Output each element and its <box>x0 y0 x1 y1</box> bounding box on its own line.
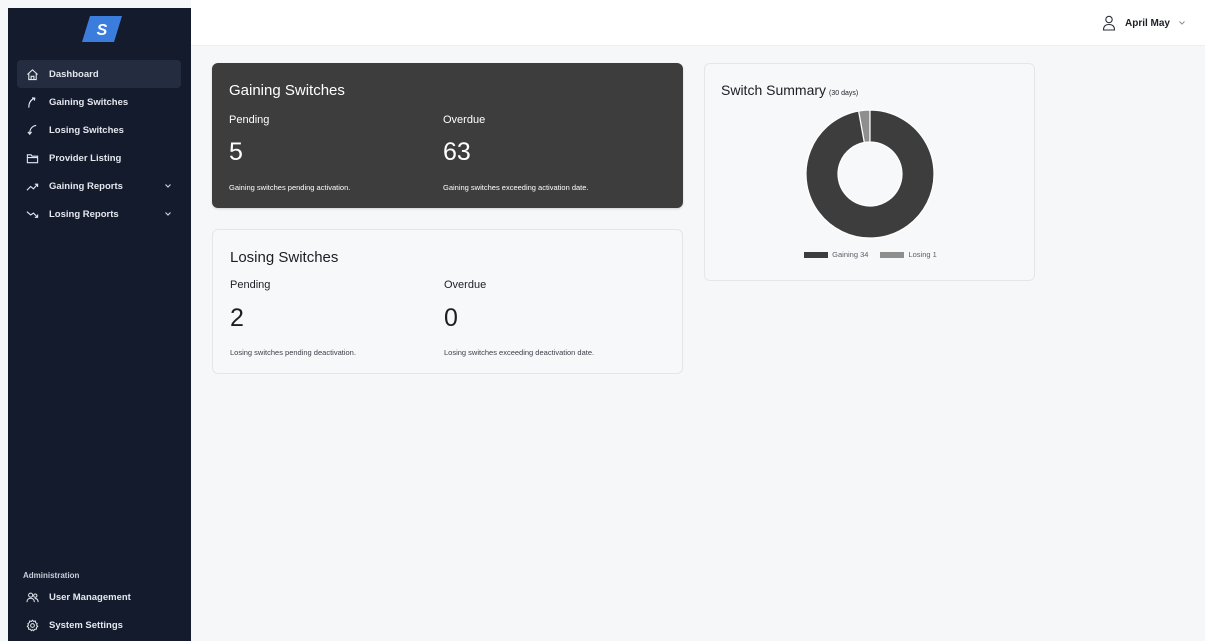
chevron-down-icon <box>165 212 171 216</box>
donut-chart <box>805 109 935 239</box>
chevron-down-icon <box>165 184 171 188</box>
pending-description: Losing switches pending deactivation. <box>230 348 356 357</box>
summary-title-text: Switch Summary <box>721 82 827 98</box>
card-title: Gaining Switches <box>229 82 345 99</box>
sidebar-item-label: User Management <box>49 591 131 603</box>
admin-nav: User Management System Settings <box>17 583 181 639</box>
chart-legend: Gaining 34 Losing 1 <box>705 250 1036 259</box>
legend-item-losing[interactable]: Losing 1 <box>880 250 937 259</box>
pending-value: 2 <box>230 304 244 332</box>
summary-subtitle: (30 days) <box>829 90 859 97</box>
users-icon <box>25 590 39 604</box>
admin-section-label: Administration <box>23 571 80 580</box>
trend-up-icon <box>25 179 39 193</box>
user-menu[interactable]: April May <box>1102 15 1187 31</box>
arrow-down-curved-icon <box>25 123 39 137</box>
user-icon <box>1102 15 1116 31</box>
legend-swatch <box>804 251 829 258</box>
legend-label: Gaining 34 <box>832 250 869 259</box>
sidebar: S Dashboard Gaining Switches Losing Swit… <box>8 8 191 641</box>
legend-item-gaining[interactable]: Gaining 34 <box>804 250 868 259</box>
switch-summary-card: Switch Summary (30 days) Gaining 34 Losing… <box>704 63 1035 281</box>
chevron-down-icon <box>1179 21 1185 25</box>
settings-gear-icon <box>25 618 39 632</box>
legend-swatch <box>880 251 905 258</box>
pending-label: Pending <box>229 114 270 126</box>
pending-label: Pending <box>230 279 271 291</box>
losing-switches-card[interactable]: Losing Switches Pending 2 Losing switche… <box>212 229 683 374</box>
sidebar-item-label: Losing Reports <box>49 208 119 220</box>
overdue-description: Gaining switches exceeding activation da… <box>443 183 589 192</box>
overdue-label: Overdue <box>444 279 487 291</box>
arrow-up-curved-icon <box>25 95 39 109</box>
card-title: Losing Switches <box>230 249 339 266</box>
sidebar-item-label: Losing Switches <box>49 124 124 136</box>
gaining-switches-card[interactable]: Gaining Switches Pending 5 Gaining switc… <box>212 63 683 208</box>
summary-title: Switch Summary (30 days) <box>721 82 858 98</box>
legend-label: Losing 1 <box>908 250 937 259</box>
sidebar-nav: Dashboard Gaining Switches Losing Switch… <box>17 60 181 228</box>
sidebar-item-label: System Settings <box>49 619 123 631</box>
pending-description: Gaining switches pending activation. <box>229 183 351 192</box>
sidebar-item-label: Dashboard <box>49 68 99 80</box>
sidebar-item-gaining-switches[interactable]: Gaining Switches <box>17 88 181 116</box>
trend-down-icon <box>25 207 39 221</box>
sidebar-item-label: Gaining Reports <box>49 180 123 192</box>
sidebar-item-losing-switches[interactable]: Losing Switches <box>17 116 181 144</box>
donut-slice-gaining[interactable] <box>805 109 935 239</box>
sidebar-item-label: Gaining Switches <box>49 96 129 108</box>
sidebar-item-gaining-reports[interactable]: Gaining Reports <box>17 172 181 200</box>
overdue-label: Overdue <box>443 114 486 126</box>
logo-letter: S <box>97 22 108 39</box>
sidebar-item-system-settings[interactable]: System Settings <box>17 611 181 639</box>
user-name: April May <box>1124 17 1170 29</box>
top-bar: April May <box>191 0 1205 46</box>
overdue-value: 0 <box>444 304 458 332</box>
app-logo[interactable]: S <box>82 16 122 42</box>
home-icon <box>25 67 39 81</box>
sidebar-item-provider-listing[interactable]: Provider Listing <box>17 144 181 172</box>
sidebar-item-user-management[interactable]: User Management <box>17 583 181 611</box>
sidebar-item-label: Provider Listing <box>49 152 122 164</box>
folder-icon <box>25 151 39 165</box>
pending-value: 5 <box>229 138 243 166</box>
overdue-value: 63 <box>443 138 471 166</box>
overdue-description: Losing switches exceeding deactivation d… <box>444 348 595 357</box>
sidebar-item-dashboard[interactable]: Dashboard <box>17 60 181 88</box>
sidebar-item-losing-reports[interactable]: Losing Reports <box>17 200 181 228</box>
